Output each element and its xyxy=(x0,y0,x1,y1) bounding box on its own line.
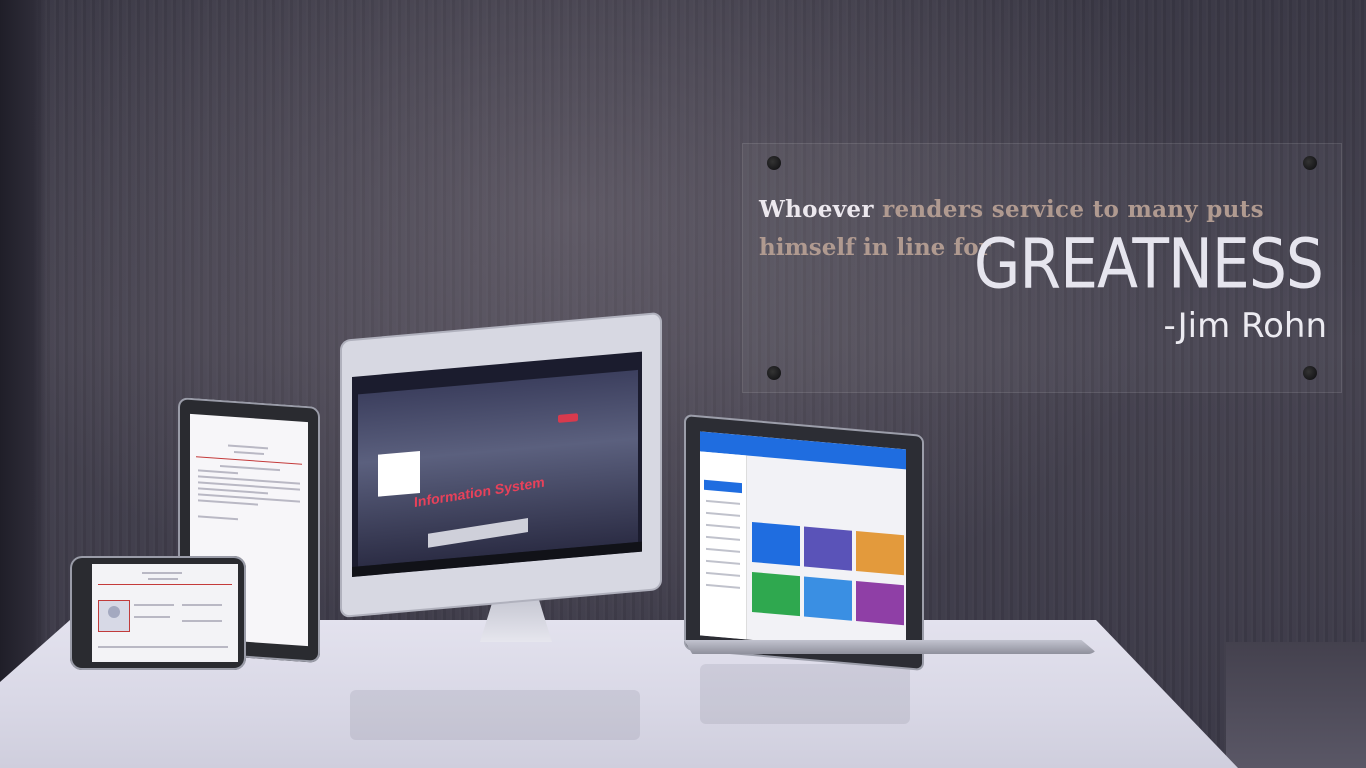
quote-line-1-rest: renders service to many puts xyxy=(882,196,1264,223)
tile-male xyxy=(804,526,852,571)
sidebar-item xyxy=(706,511,740,517)
doc-text-line xyxy=(198,515,238,521)
monitor-reflection xyxy=(350,690,640,740)
quote-line-2: himself in line for xyxy=(759,234,991,261)
sidebar-item xyxy=(706,559,740,565)
tile-population xyxy=(752,521,800,567)
sidebar-item xyxy=(706,571,740,577)
quote-first-word: Whoever xyxy=(759,196,874,223)
bolt-icon xyxy=(767,156,781,170)
monitor-body: Information System xyxy=(340,311,662,618)
laptop-screen xyxy=(700,431,906,654)
sidebar-item xyxy=(706,547,740,553)
bolt-icon xyxy=(1303,366,1317,380)
avatar-icon xyxy=(98,600,130,632)
id-field-line xyxy=(182,604,222,606)
sidebar-item xyxy=(706,499,740,505)
tile-voters xyxy=(752,571,800,617)
bolt-icon xyxy=(1303,156,1317,170)
doc-divider xyxy=(196,456,302,465)
quote-plaque: Whoever renders service to many puts him… xyxy=(742,143,1342,393)
laptop-device xyxy=(684,414,1098,671)
dashboard-sidebar xyxy=(700,451,747,640)
bolt-icon xyxy=(767,366,781,380)
id-header-line xyxy=(148,578,178,580)
id-field-line xyxy=(134,604,174,606)
site-logo xyxy=(378,451,420,497)
tile-third xyxy=(856,581,904,626)
id-header-line xyxy=(142,572,182,574)
id-field-line xyxy=(98,646,228,648)
tile-non-voters xyxy=(804,576,852,621)
doc-text-line xyxy=(198,499,258,506)
sidebar-item xyxy=(706,583,740,589)
quote-line-1: Whoever renders service to many puts xyxy=(759,196,1264,223)
site-headline: Information System xyxy=(414,473,545,511)
sidebar-item-active xyxy=(704,479,742,494)
laptop-reflection xyxy=(700,664,910,724)
tile-female xyxy=(856,531,904,576)
phone-screen xyxy=(92,564,238,662)
keyboard-image xyxy=(428,518,528,548)
monitor-stand xyxy=(480,600,552,642)
phone-device xyxy=(70,556,246,672)
monitor-device: Information System xyxy=(340,311,662,660)
sidebar-item xyxy=(706,523,740,529)
floor xyxy=(1226,642,1366,768)
quote-highlight: GREATNESS xyxy=(973,224,1324,305)
doc-title-line xyxy=(220,464,280,472)
laptop-base xyxy=(684,640,1098,654)
doc-text-line xyxy=(198,469,238,475)
sidebar-item xyxy=(706,535,740,541)
website-hero: Information System xyxy=(358,369,638,567)
doc-header-line xyxy=(234,450,264,456)
quote-author: -Jim Rohn xyxy=(1163,306,1327,346)
id-field-line xyxy=(182,620,222,622)
doc-header-line xyxy=(228,444,268,450)
laptop-lid xyxy=(684,414,924,671)
sign-in-button xyxy=(558,413,578,423)
monitor-screen: Information System xyxy=(352,351,642,577)
background-scene: Whoever renders service to many puts him… xyxy=(0,0,1366,768)
id-field-line xyxy=(134,616,170,618)
id-divider xyxy=(98,584,232,585)
